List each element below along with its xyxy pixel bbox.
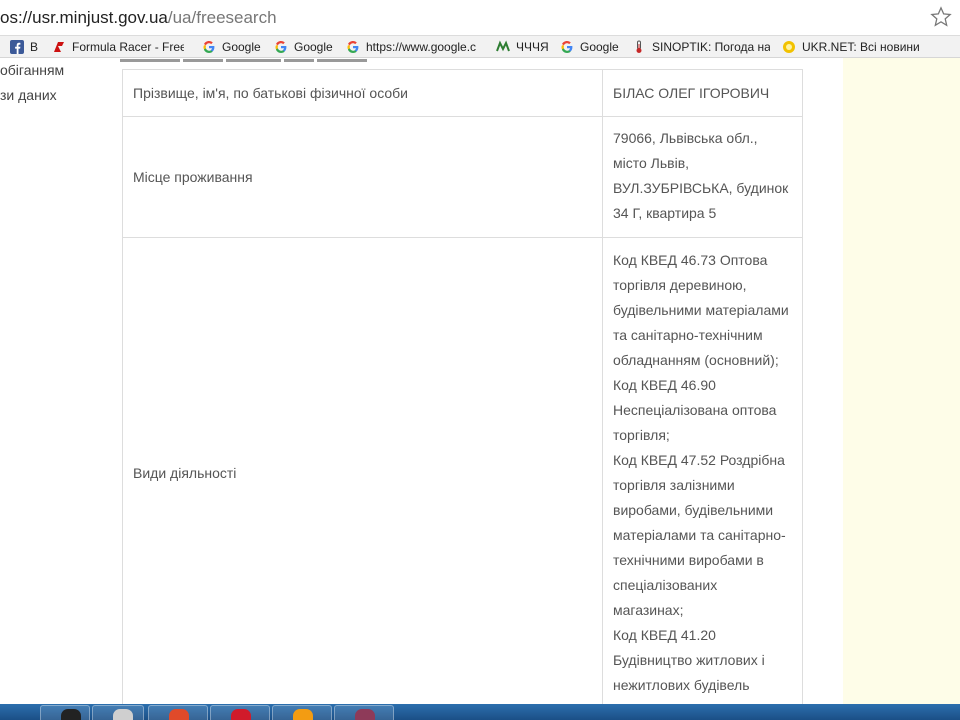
opera-icon bbox=[231, 709, 251, 720]
app-icon bbox=[61, 709, 81, 720]
left-nav-link[interactable]: обіганням bbox=[0, 62, 64, 78]
bookmark-star-icon[interactable] bbox=[930, 6, 952, 28]
taskbar-app-button[interactable] bbox=[40, 705, 90, 720]
facebook-icon bbox=[10, 40, 24, 54]
bookmark-item[interactable]: ЧЧЧЯ bbox=[496, 37, 554, 57]
table-row: Прізвище, ім'я, по батькові фізичної осо… bbox=[122, 69, 803, 117]
bookmark-item[interactable]: Formula Racer - Free bbox=[52, 37, 184, 57]
google-icon bbox=[347, 41, 359, 53]
bookmark-item[interactable]: Google bbox=[560, 37, 624, 57]
bookmarks-bar: B Formula Racer - Free Google Google htt… bbox=[0, 36, 960, 58]
os-taskbar bbox=[0, 704, 960, 720]
ukrnet-icon bbox=[783, 41, 795, 53]
formula-racer-icon bbox=[54, 42, 64, 52]
bookmark-item[interactable]: B bbox=[10, 37, 46, 57]
bookmark-item[interactable]: Google bbox=[274, 37, 338, 57]
row-value-activities: Код КВЕД 46.73 Оптова торгівля деревиною… bbox=[602, 237, 803, 704]
person-info-table: Прізвище, ім'я, по батькові фізичної осо… bbox=[122, 69, 803, 704]
bookmark-item[interactable]: SINOPTIK: Погода на bbox=[632, 37, 770, 57]
table-row: Місце проживання 79066, Львівська обл., … bbox=[122, 116, 803, 238]
right-side-panel bbox=[843, 58, 960, 704]
app-icon bbox=[293, 709, 313, 720]
row-value-full-name: БІЛАС ОЛЕГ ІГОРОВИЧ bbox=[602, 69, 803, 117]
row-label-residence: Місце проживання bbox=[122, 116, 603, 238]
table-row: Види діяльності Код КВЕД 46.73 Оптова то… bbox=[122, 237, 803, 704]
row-label-activities: Види діяльності bbox=[122, 237, 603, 704]
thermometer-icon bbox=[636, 40, 642, 53]
url-host: os://usr.minjust.gov.ua bbox=[0, 8, 168, 27]
left-nav-link[interactable]: зи даних bbox=[0, 87, 57, 103]
archive-icon bbox=[355, 709, 375, 720]
row-value-residence: 79066, Львівська обл., місто Львів, ВУЛ.… bbox=[602, 116, 803, 238]
taskbar-app-button[interactable] bbox=[210, 705, 270, 720]
taskbar-app-button[interactable] bbox=[92, 705, 144, 720]
bookmark-item[interactable]: Google bbox=[202, 37, 266, 57]
google-icon bbox=[561, 41, 573, 53]
taskbar-app-button[interactable] bbox=[272, 705, 332, 720]
cropped-heading-remnant bbox=[120, 58, 420, 64]
url-path: /ua/freesearch bbox=[167, 8, 277, 27]
page-content: обіганням зи даних Прізвище, ім'я, по ба… bbox=[0, 58, 960, 704]
google-icon bbox=[275, 41, 287, 53]
address-bar: os://usr.minjust.gov.ua/ua/freesearch bbox=[0, 0, 960, 36]
google-icon bbox=[203, 41, 215, 53]
url-field[interactable]: os://usr.minjust.gov.ua/ua/freesearch bbox=[0, 4, 920, 32]
chrome-icon bbox=[169, 709, 189, 720]
page-icon bbox=[496, 40, 510, 52]
taskbar-app-button[interactable] bbox=[334, 705, 394, 720]
bookmark-item[interactable]: UKR.NET: Всі новини bbox=[782, 37, 922, 57]
taskbar-app-button[interactable] bbox=[148, 705, 208, 720]
settings-icon bbox=[113, 709, 133, 720]
row-label-full-name: Прізвище, ім'я, по батькові фізичної осо… bbox=[122, 69, 603, 117]
bookmark-item[interactable]: https://www.google.c bbox=[346, 37, 482, 57]
